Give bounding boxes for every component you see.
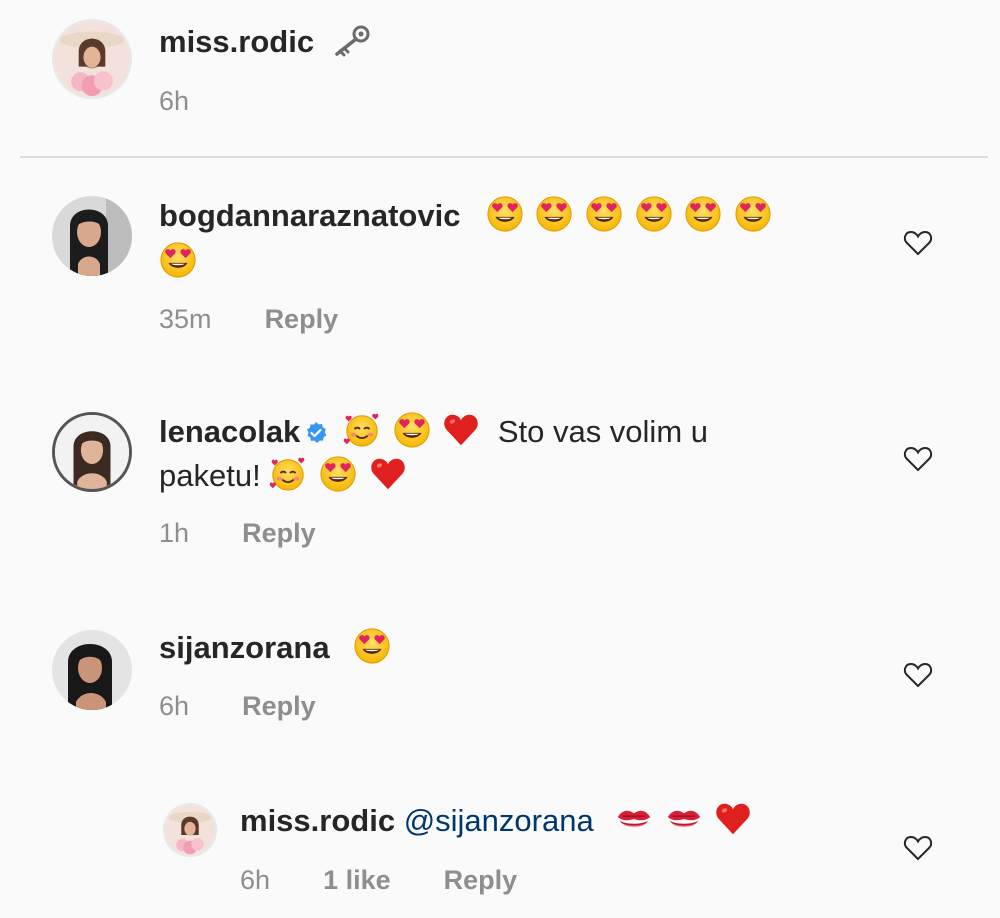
caption-header: miss.rodic bbox=[159, 20, 371, 64]
likes-count[interactable]: 1 like bbox=[323, 865, 391, 895]
reply-time: 6h bbox=[240, 865, 271, 895]
like-heart-icon[interactable] bbox=[903, 834, 933, 862]
red-heart-emoji bbox=[442, 411, 480, 449]
comment-text: Sto vas volim u bbox=[497, 414, 709, 449]
heart-eyes-emoji bbox=[635, 195, 673, 233]
comment-time: 1h bbox=[159, 518, 190, 548]
reply-button[interactable]: Reply bbox=[444, 865, 518, 895]
avatar-sijanzorana[interactable] bbox=[52, 630, 132, 710]
heart-eyes-emoji bbox=[393, 411, 431, 449]
reply-button[interactable]: Reply bbox=[265, 304, 339, 334]
avatar-bogdannaraznatovic[interactable] bbox=[52, 196, 132, 276]
caption-username[interactable]: miss.rodic bbox=[159, 24, 314, 59]
reply-button[interactable]: Reply bbox=[242, 518, 316, 548]
heart-eyes-emoji bbox=[585, 195, 623, 233]
reply-username[interactable]: miss.rodic bbox=[240, 803, 395, 838]
comment-meta: 35m Reply bbox=[159, 304, 338, 335]
comment-username[interactable]: sijanzorana bbox=[159, 630, 330, 665]
comment-meta: 6h Reply bbox=[159, 691, 316, 722]
like-heart-icon[interactable] bbox=[903, 445, 933, 473]
comment-text: paketu! bbox=[159, 458, 261, 493]
mention-link[interactable]: @sijanzorana bbox=[404, 803, 594, 838]
red-heart-emoji bbox=[714, 800, 752, 838]
comment-time: 35m bbox=[159, 304, 212, 334]
smiling-face-with-hearts-emoji bbox=[269, 455, 307, 493]
reply-meta: 6h 1 like Reply bbox=[240, 865, 517, 896]
avatar-miss-rodic-reply[interactable] bbox=[163, 803, 217, 857]
comment-bogdannaraznatovic-line2 bbox=[159, 240, 200, 284]
avatar-lenacolak[interactable] bbox=[52, 412, 132, 492]
like-heart-icon[interactable] bbox=[903, 229, 933, 257]
verified-badge-icon bbox=[304, 421, 328, 445]
comment-username[interactable]: lenacolak bbox=[159, 414, 300, 449]
heart-eyes-emoji bbox=[684, 195, 722, 233]
heart-eyes-emoji bbox=[734, 195, 772, 233]
caption-time: 6h bbox=[159, 86, 189, 117]
kiss-mark-emoji bbox=[615, 800, 653, 838]
key-icon bbox=[331, 24, 371, 58]
heart-eyes-emoji bbox=[486, 195, 524, 233]
reply-button[interactable]: Reply bbox=[242, 691, 316, 721]
red-heart-emoji bbox=[369, 455, 407, 493]
like-heart-icon[interactable] bbox=[903, 661, 933, 689]
comment-lenacolak-line2: paketu! bbox=[159, 454, 410, 498]
caption-timestamp: 6h bbox=[159, 86, 190, 116]
heart-eyes-emoji bbox=[159, 241, 197, 279]
comment-meta: 1h Reply bbox=[159, 518, 316, 549]
smiling-face-with-hearts-emoji bbox=[343, 411, 381, 449]
avatar-miss-rodic[interactable] bbox=[52, 19, 132, 99]
comment-lenacolak-line1: lenacolak Sto vas volim u bbox=[159, 410, 708, 454]
kiss-mark-emoji bbox=[665, 800, 703, 838]
comment-time: 6h bbox=[159, 691, 190, 721]
reply-body: miss.rodic @sijanzorana bbox=[240, 799, 755, 843]
comment-username[interactable]: bogdannaraznatovic bbox=[159, 198, 460, 233]
caption-divider bbox=[20, 156, 988, 158]
heart-eyes-emoji bbox=[353, 627, 391, 665]
comment-bogdannaraznatovic-body: bogdannaraznatovic bbox=[159, 194, 775, 238]
heart-eyes-emoji bbox=[535, 195, 573, 233]
comment-sijanzorana-body: sijanzorana bbox=[159, 626, 394, 670]
heart-eyes-emoji bbox=[319, 455, 357, 493]
